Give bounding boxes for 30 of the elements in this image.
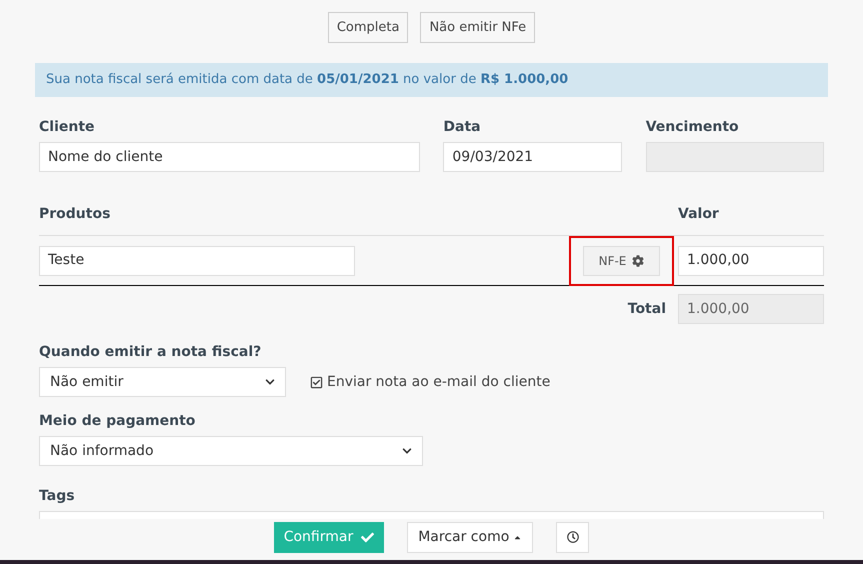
- nfe-button[interactable]: NF-E: [583, 246, 660, 276]
- mode-button[interactable]: Não emitir NFe: [420, 12, 536, 43]
- emit-select[interactable]: Não emitir: [39, 367, 286, 397]
- mode-button[interactable]: Completa: [328, 12, 408, 43]
- product-field[interactable]: Teste: [39, 246, 355, 276]
- field-label: Meio de pagamento: [39, 412, 196, 431]
- clock-button[interactable]: [556, 522, 590, 552]
- total-field: 1.000,00: [678, 294, 824, 324]
- chevron-down-icon: [402, 446, 412, 456]
- mark-as-button[interactable]: Marcar como: [407, 522, 534, 552]
- chevron-down-icon: [265, 377, 275, 387]
- checkbox[interactable]: [310, 376, 323, 388]
- info-alert: Sua nota fiscal será emitida com data de 05/01/2021 no valor de R$ 1.000,00: [35, 63, 828, 97]
- field-label: Valor: [678, 205, 720, 224]
- checkbox-label: Enviar nota ao e-mail do cliente: [327, 372, 550, 392]
- total-label: Total: [628, 300, 666, 318]
- tags-field[interactable]: [39, 511, 824, 519]
- check-icon: [361, 530, 374, 544]
- field-label: Vencimento: [646, 118, 740, 137]
- client-field[interactable]: Nome do cliente: [39, 142, 420, 172]
- clock-icon: [566, 531, 579, 543]
- gear-icon: [632, 254, 644, 266]
- field-label: Produtos: [39, 205, 112, 224]
- date-field[interactable]: 09/03/2021: [443, 142, 622, 172]
- field-label: Data: [443, 118, 482, 137]
- field-label: Quando emitir a nota fiscal?: [39, 343, 262, 362]
- value-field[interactable]: 1.000,00: [678, 246, 824, 276]
- field-label: Cliente: [39, 118, 96, 137]
- payment-select[interactable]: Não informado: [39, 436, 423, 466]
- field-label: Tags: [39, 487, 76, 506]
